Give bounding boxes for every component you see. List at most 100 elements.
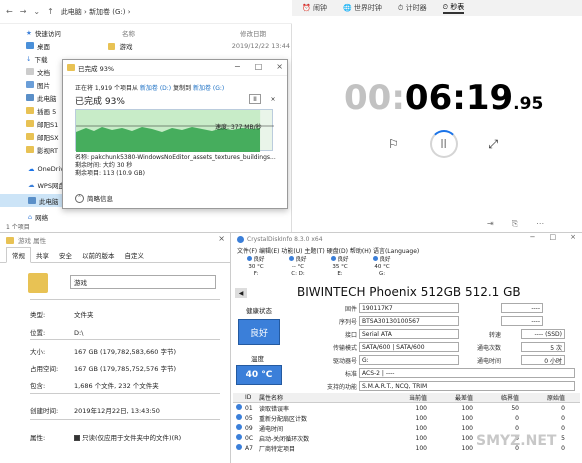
sidebar-item[interactable]: ★ 快速访问: [0, 26, 62, 39]
more-icon[interactable]: ⋯: [536, 219, 544, 229]
attr-current: 100: [415, 444, 427, 452]
power-on-hours-value: 0 小时: [521, 355, 565, 365]
power-on-count-value: 5 次: [521, 342, 565, 352]
column-date[interactable]: 修改日期: [240, 28, 266, 38]
cancel-button[interactable]: ×: [267, 94, 279, 104]
breadcrumb-drive[interactable]: 新加卷 (G:): [89, 8, 125, 16]
drive-selector: 良好 30 °C F: 良好 -- °C C: D: 良好 35 °C E: 良好 40 °C…: [231, 256, 582, 280]
prop-label: 类型:: [30, 311, 46, 319]
tab-security[interactable]: 安全: [54, 248, 77, 262]
maximize-icon[interactable]: □: [550, 233, 557, 241]
sidebar-item-label: 桌面: [37, 42, 50, 51]
close-icon[interactable]: ×: [218, 234, 225, 243]
column-header[interactable]: 属性名称: [259, 393, 381, 402]
temperature-badge: 40 °C: [236, 365, 282, 385]
tab-world-clock[interactable]: 🌐 世界时钟: [343, 3, 382, 13]
breadcrumb[interactable]: 此电脑 › 新加卷 (G:) ›: [61, 7, 131, 17]
sidebar-item[interactable]: 文档: [0, 65, 62, 78]
expand-icon[interactable]: ⤢: [488, 137, 498, 152]
column-header[interactable]: ID: [245, 394, 259, 401]
attr-current: 100: [415, 414, 427, 422]
attr-id: 05: [245, 414, 253, 422]
sidebar-item[interactable]: 图片: [0, 78, 62, 91]
minimize-icon[interactable]: −: [530, 233, 536, 241]
fewer-details-toggle[interactable]: ⌃ 简略信息: [75, 193, 113, 203]
column-header[interactable]: 临界值: [473, 393, 519, 402]
sidebar-item-label: 影视RT: [37, 146, 59, 155]
tab-previous-versions[interactable]: 以前的版本: [77, 248, 120, 262]
drive-tab[interactable]: 良好 -- °C C: D:: [279, 256, 317, 280]
column-header[interactable]: 原始值: [519, 393, 565, 402]
cdi-title: CrystalDiskInfo 8.3.0 x64: [247, 236, 323, 243]
drive-tab[interactable]: 良好 35 °C E:: [321, 256, 359, 280]
tab-timer[interactable]: ⏱ 计时器: [398, 3, 427, 13]
sidebar-item[interactable]: 邮阳SX: [0, 130, 62, 143]
sidebar-item[interactable]: ↓ 下载: [0, 52, 62, 65]
back-icon[interactable]: ←: [6, 7, 13, 16]
prev-drive-button[interactable]: ◀: [235, 288, 247, 298]
stopwatch-minutes-seconds: 06:19: [404, 78, 514, 118]
sidebar-item-selected[interactable]: 此电脑: [0, 194, 62, 207]
source-link[interactable]: 新加卷 (D:): [140, 85, 171, 92]
maximize-icon[interactable]: □: [255, 62, 263, 71]
sidebar-item[interactable]: ☁ OneDrive: [0, 162, 68, 175]
pause-button[interactable]: II: [249, 94, 261, 104]
file-row[interactable]: 游戏 2019/12/22 13:44: [100, 38, 290, 54]
sidebar-item[interactable]: ☁ WPS网盘: [0, 178, 65, 191]
pause-button[interactable]: ||: [429, 130, 458, 158]
tab-customize[interactable]: 自定义: [120, 248, 150, 262]
attr-id: A7: [245, 444, 253, 452]
close-icon[interactable]: ×: [276, 62, 283, 71]
time-remaining: 剩余时间: 大约 30 秒: [75, 162, 133, 169]
chevron-down-icon[interactable]: ⌄: [33, 7, 40, 16]
destination-link[interactable]: 新加卷 (G:): [193, 85, 224, 92]
field-label: 转速: [488, 332, 501, 339]
file-name: 游戏: [119, 43, 133, 51]
status-dot-icon: [331, 256, 337, 261]
column-header[interactable]: 当前值: [381, 393, 427, 402]
lap-flag-icon[interactable]: ⚐: [388, 137, 399, 151]
table-row[interactable]: 05 重新分配扇区计数 100 100 0 0: [233, 413, 580, 423]
sidebar-item[interactable]: 插画 5: [0, 104, 62, 117]
forward-icon[interactable]: →: [20, 7, 27, 16]
clock-footer: ⇥ ⎘ ⋯: [487, 219, 544, 229]
pin-icon[interactable]: ⇥: [487, 219, 494, 229]
sidebar-item[interactable]: 邮阳S1: [0, 117, 62, 130]
drive-letter-value: G:: [359, 355, 459, 365]
status-dot-icon: [247, 256, 253, 261]
column-name[interactable]: 名称: [122, 28, 135, 38]
host-writes-value: ----: [501, 316, 543, 326]
close-icon[interactable]: ×: [570, 233, 576, 241]
drive-tab-selected[interactable]: 良好 40 °C G:: [363, 256, 401, 280]
table-row[interactable]: 09 通电时间 100 100 0 0: [233, 423, 580, 433]
folder-icon: [26, 120, 34, 127]
up-icon[interactable]: ↑: [47, 7, 54, 16]
window-controls: − □ ×: [234, 62, 283, 71]
chevron-up-icon: ⌃: [75, 193, 84, 203]
breadcrumb-root[interactable]: 此电脑: [61, 8, 82, 16]
tab-label: 世界时钟: [353, 4, 382, 12]
drive-tab[interactable]: 良好 30 °C F:: [237, 256, 275, 280]
stopwatch-display: 00:06:19.95: [344, 78, 543, 118]
cdi-menu-bar[interactable]: 文件(F) 编辑(E) 功能(U) 主题(T) 硬盘(D) 帮助(H) 语言(L…: [231, 246, 582, 256]
drive-status: 良好: [379, 257, 391, 263]
folder-name-field[interactable]: 游戏: [70, 275, 216, 289]
sidebar-item[interactable]: 影视RT: [0, 143, 62, 156]
attr-worst: 100: [461, 424, 473, 432]
prop-label: 占用空间:: [30, 365, 59, 373]
sidebar-item[interactable]: 此电脑: [0, 91, 62, 104]
tab-alarm[interactable]: ⏰ 闹钟: [302, 3, 327, 13]
column-header[interactable]: 最差值: [427, 393, 473, 402]
crystaldiskinfo-window: CrystalDiskInfo 8.3.0 x64 − □ × 文件(F) 编辑…: [231, 232, 582, 463]
tab-label: 秒表: [450, 3, 465, 11]
tab-sharing[interactable]: 共享: [31, 248, 54, 262]
readonly-checkbox[interactable]: [74, 435, 80, 441]
health-status-badge: 良好: [238, 319, 280, 345]
tab-stopwatch[interactable]: ⏲ 秒表: [442, 2, 465, 14]
edit-icon[interactable]: ⎘: [512, 219, 518, 229]
tab-general[interactable]: 常规: [6, 247, 31, 263]
table-row[interactable]: 01 读取错误率 100 100 50 0: [233, 403, 580, 413]
minimize-icon[interactable]: −: [234, 62, 241, 71]
sidebar-item[interactable]: 桌面: [0, 39, 62, 52]
features-value: S.M.A.R.T., NCQ, TRIM: [359, 381, 575, 391]
